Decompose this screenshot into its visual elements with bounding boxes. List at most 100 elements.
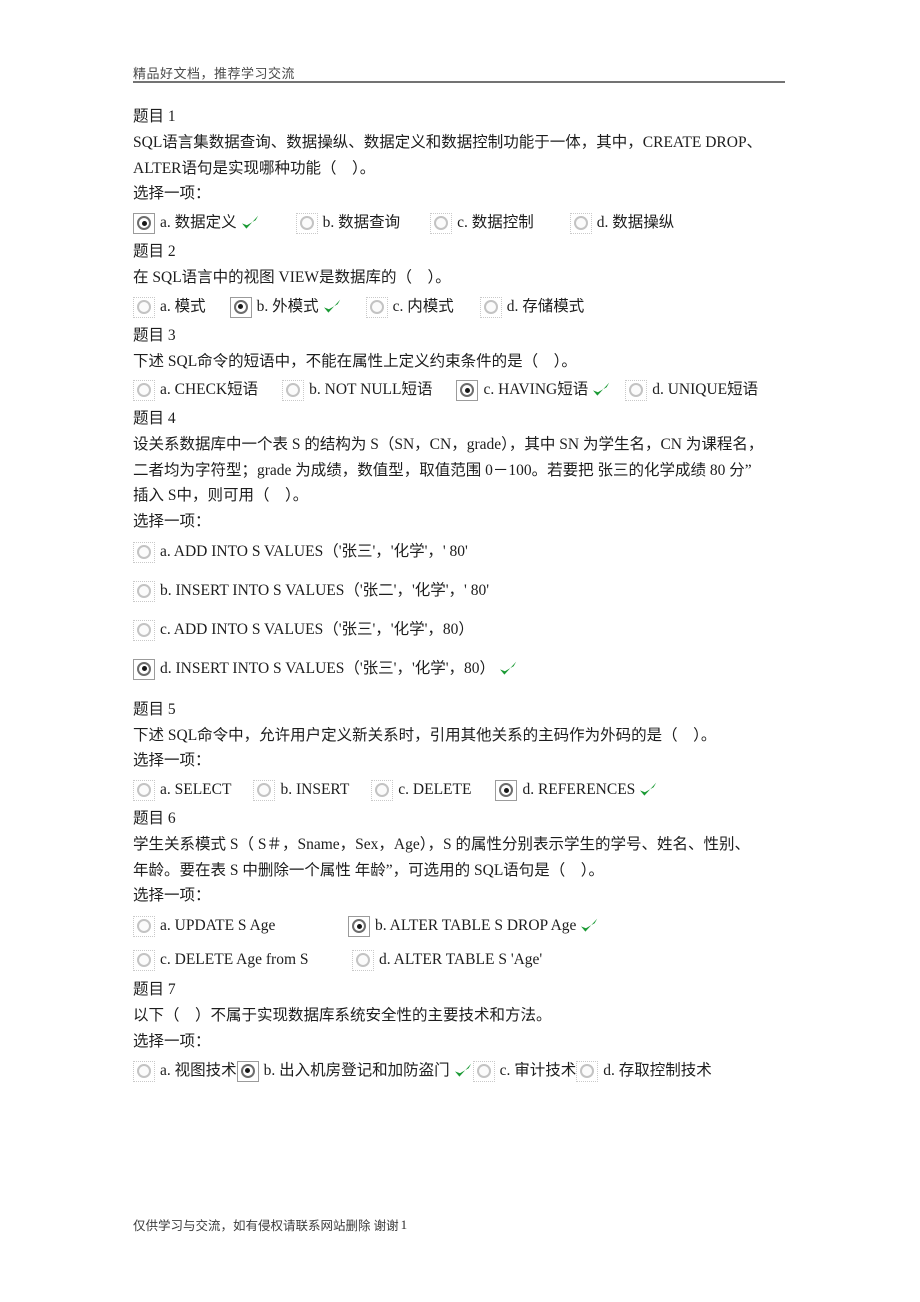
radio-button-selected-icon[interactable] <box>229 296 252 318</box>
radio-button-icon[interactable] <box>430 213 453 234</box>
question-text: 以下（ ）不属于实现数据库系统安全性的主要技术和方法。 <box>133 1003 793 1029</box>
answer-option[interactable]: a. ADD INTO S VALUES（'张三'，'化学'，' 80' <box>133 541 793 563</box>
question-text: 在 SQL语言中的视图 VIEW是数据库的（ ）。 <box>133 265 793 291</box>
answer-option[interactable]: b. INSERT INTO S VALUES（'张二'，'化学'，' 80' <box>133 580 793 602</box>
radio-button-icon[interactable] <box>133 916 155 937</box>
question-text-line: 学生关系模式 S（ S＃，Sname，Sex，Age），S 的属性分别表示学生的… <box>133 836 750 853</box>
answer-option-label: a. SELECT <box>160 781 232 798</box>
answer-option-list: a. CHECK短语 b. NOT NULL短语 c. HAVING短语 d. UNI… <box>133 379 793 401</box>
answer-option-label: d. REFERENCES <box>522 781 636 798</box>
correct-answer-check-icon <box>579 916 599 936</box>
radio-button-selected-icon[interactable] <box>348 916 370 937</box>
choose-one-prompt: 选择一项： <box>133 752 211 769</box>
radio-button-icon[interactable] <box>472 1060 495 1082</box>
question-number-label: 题目 2 <box>133 243 176 260</box>
question-text-line: 下述 SQL命令中，允许用户定义新关系时，引用其他关系的主码作为外码的是（ ）。 <box>133 726 717 744</box>
answer-option[interactable]: c. ADD INTO S VALUES（'张三'，'化学'，80） <box>133 619 793 641</box>
answer-option[interactable]: d. 存储模式 <box>479 296 584 318</box>
answer-option[interactable]: d. REFERENCES <box>495 779 658 801</box>
header-divider-rule <box>133 81 785 83</box>
answer-option[interactable]: d. UNIQUE短语 <box>625 379 758 401</box>
quiz-content: 题目 1 SQL语言集数据查询、数据操纵、数据定义和数据控制功能于一体，其中，CR… <box>133 104 793 1087</box>
answer-option[interactable]: c. 审计技术 <box>472 1060 576 1082</box>
answer-option[interactable]: b. 外模式 <box>229 296 342 318</box>
question-text-line: 设关系数据库中一个表 S 的结构为 S（SN，CN，grade），其中 SN 为… <box>133 436 764 453</box>
radio-button-icon[interactable] <box>576 1060 599 1082</box>
answer-option-label: d. 存取控制技术 <box>603 1061 712 1079</box>
question-number-label: 题目 7 <box>133 981 176 998</box>
radio-button-icon[interactable] <box>133 950 155 971</box>
answer-option[interactable]: a. 数据定义 <box>133 212 260 234</box>
answer-option-label: b. ALTER TABLE S DROP Age <box>375 917 577 934</box>
answer-option[interactable]: d. INSERT INTO S VALUES（'张三'，'化学'，80） <box>133 658 793 680</box>
answer-option[interactable]: a. 模式 <box>133 296 206 318</box>
radio-button-icon[interactable] <box>569 213 592 234</box>
radio-button-icon[interactable] <box>133 1060 155 1082</box>
answer-option-label: c. DELETE Age from S <box>160 951 309 968</box>
radio-button-icon[interactable] <box>253 780 276 801</box>
radio-button-icon[interactable] <box>133 580 155 602</box>
radio-button-icon[interactable] <box>133 619 155 641</box>
question-text: 下述 SQL命令的短语中，不能在属性上定义约束条件的是（ ）。 <box>133 349 793 375</box>
answer-option[interactable]: d. 数据操纵 <box>569 212 674 234</box>
answer-option[interactable]: c. DELETE Age from S <box>133 949 309 971</box>
radio-button-icon[interactable] <box>133 380 155 401</box>
question-block: 题目 3 下述 SQL命令的短语中，不能在属性上定义约束条件的是（ ）。 a. CH… <box>133 323 793 401</box>
question-number-label: 题目 5 <box>133 700 176 718</box>
radio-button-selected-icon[interactable] <box>133 658 155 680</box>
radio-button-selected-icon[interactable] <box>456 380 479 401</box>
radio-button-icon[interactable] <box>282 380 305 401</box>
question-number-label: 题目 1 <box>133 108 176 125</box>
answer-option[interactable]: c. HAVING短语 <box>456 379 611 401</box>
answer-option[interactable]: b. 数据查询 <box>295 212 400 234</box>
page-footer: 仅供学习与交流，如有侵权请联系网站删除 谢谢 1 <box>133 1218 793 1234</box>
answer-option-list: a. 数据定义 b. 数据查询 c. 数据控制 d. 数据操纵 <box>133 212 793 234</box>
radio-button-selected-icon[interactable] <box>236 1060 259 1082</box>
answer-option[interactable]: a. UPDATE S Age <box>133 915 308 937</box>
answer-option[interactable]: a. CHECK短语 <box>133 379 258 401</box>
radio-button-icon[interactable] <box>133 780 155 801</box>
radio-button-icon[interactable] <box>365 296 388 318</box>
radio-button-icon[interactable] <box>479 296 502 318</box>
answer-option-label: a. 模式 <box>160 297 206 315</box>
answer-option[interactable]: b. NOT NULL短语 <box>282 379 432 401</box>
answer-option[interactable]: b. 出入机房登记和加防盗门 <box>236 1060 473 1082</box>
answer-option-list: c. DELETE Age from S d. ALTER TABLE S 'Ag… <box>133 949 793 971</box>
answer-option-label: c. HAVING短语 <box>483 381 589 398</box>
question-text: 下述 SQL命令中，允许用户定义新关系时，引用其他关系的主码作为外码的是（ ）。 <box>133 723 793 749</box>
answer-option[interactable]: a. 视图技术 <box>133 1060 237 1082</box>
answer-option[interactable]: c. 数据控制 <box>430 212 534 234</box>
question-block: 题目 1 SQL语言集数据查询、数据操纵、数据定义和数据控制功能于一体，其中，CR… <box>133 104 793 234</box>
radio-button-selected-icon[interactable] <box>495 780 518 801</box>
radio-button-icon[interactable] <box>133 296 155 318</box>
answer-option[interactable]: c. DELETE <box>371 779 471 801</box>
radio-button-icon[interactable] <box>352 950 374 971</box>
answer-option-label: b. 外模式 <box>256 297 319 315</box>
radio-button-icon[interactable] <box>625 380 648 401</box>
answer-option[interactable]: d. ALTER TABLE S 'Age' <box>352 949 542 971</box>
answer-option-label: b. NOT NULL短语 <box>309 381 433 398</box>
correct-answer-check-icon <box>638 780 658 800</box>
answer-option[interactable]: b. INSERT <box>253 779 349 801</box>
question-text: SQL语言集数据查询、数据操纵、数据定义和数据控制功能于一体，其中，CREATE… <box>133 130 793 181</box>
answer-option-label: b. INSERT <box>280 781 350 798</box>
question-block: 题目 4 设关系数据库中一个表 S 的结构为 S（SN，CN，grade），其中 … <box>133 406 793 680</box>
answer-option[interactable]: b. ALTER TABLE S DROP Age <box>348 915 599 937</box>
question-block: 题目 2 在 SQL语言中的视图 VIEW是数据库的（ ）。 a. 模式 b. 外模式… <box>133 239 793 318</box>
question-text-line: SQL语言集数据查询、数据操纵、数据定义和数据控制功能于一体，其中，CREATE… <box>133 134 763 151</box>
radio-button-selected-icon[interactable] <box>133 213 155 234</box>
answer-option-label: b. INSERT INTO S VALUES（'张二'，'化学'，' 80' <box>160 581 490 599</box>
answer-option-list: a. UPDATE S Age b. ALTER TABLE S DROP Age <box>133 915 793 937</box>
radio-button-icon[interactable] <box>295 213 318 234</box>
answer-option-label: c. DELETE <box>398 781 472 798</box>
answer-option-list: a. 模式 b. 外模式 c. 内模式 d. 存储模式 <box>133 296 793 318</box>
question-number-label: 题目 6 <box>133 810 176 827</box>
radio-button-icon[interactable] <box>371 780 394 801</box>
answer-option[interactable]: c. 内模式 <box>365 296 454 318</box>
choose-one-prompt: 选择一项： <box>133 1032 211 1050</box>
correct-answer-check-icon <box>591 380 611 400</box>
radio-button-icon[interactable] <box>133 541 155 563</box>
choose-one-prompt: 选择一项： <box>133 887 211 904</box>
answer-option[interactable]: d. 存取控制技术 <box>576 1060 712 1082</box>
answer-option[interactable]: a. SELECT <box>133 779 231 801</box>
